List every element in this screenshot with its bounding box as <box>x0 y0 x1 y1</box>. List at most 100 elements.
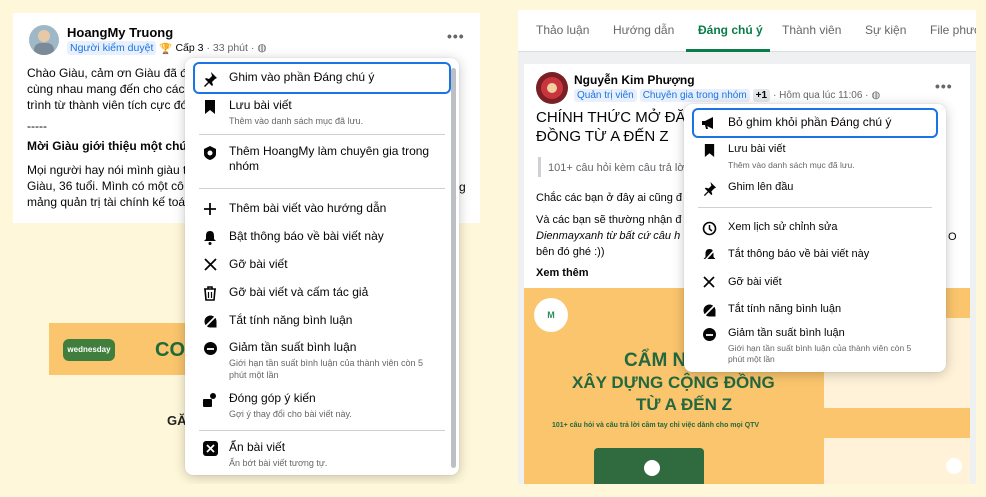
menu-item-label: Giảm tần suất bình luận <box>728 327 845 339</box>
menu-item-label: Bỏ ghim khỏi phần Đáng chú ý <box>728 115 892 129</box>
megaphone-icon <box>698 115 720 130</box>
menu-item-label: Lưu bài viết <box>229 98 292 112</box>
admin-badge: Quản trị viên <box>574 89 637 102</box>
menu-scrollbar[interactable] <box>451 68 456 468</box>
menu-item-unpin-featured[interactable]: Bỏ ghim khỏi phần Đáng chú ý <box>692 108 938 138</box>
menu-item-slow-mode[interactable]: Giảm tần suất bình luận Giới hạn tần suất… <box>692 326 938 365</box>
more-options-icon[interactable]: ••• <box>447 28 465 44</box>
menu-item-add-expert[interactable]: Thêm HoangMy làm chuyên gia trong nhóm <box>193 144 451 174</box>
menu-item-label: Gỡ bài viết và cấm tác giả <box>229 285 369 299</box>
right-group-panel: Thảo luận Hướng dẫn Đáng chú ý Thành viê… <box>518 10 976 484</box>
tab-files[interactable]: File phươ <box>930 23 976 37</box>
menu-item-notifications[interactable]: Bật thông báo về bài viết này <box>193 229 451 245</box>
menu-item-slow-mode[interactable]: Giảm tần suất bình luận Giới hạn tần suất… <box>193 340 451 381</box>
intro-line: Mọi người hay nói mình giàu t <box>27 163 187 177</box>
menu-item-save[interactable]: Lưu bài viết Thêm vào danh sách mục đã lư… <box>193 98 451 127</box>
tab-discussion[interactable]: Thảo luận <box>536 23 589 37</box>
menu-item-edit-history[interactable]: Xem lịch sử chỉnh sửa <box>692 220 938 236</box>
menu-item-label: Ghim lên đầu <box>728 181 794 193</box>
left-post-panel: HoangMy Truong Người kiểm duyệt 🏆 Cấp 3 … <box>13 13 480 484</box>
menu-item-label: Tắt tính năng bình luận <box>229 313 353 327</box>
feedback-icon <box>199 391 221 408</box>
post-body-line: Chào Giàu, cảm ơn Giàu đã đ <box>27 66 187 80</box>
menu-item-subtitle: Giới hạn tần suất bình luận của thành vi… <box>728 343 912 364</box>
side-logo-icon <box>946 458 962 474</box>
menu-divider <box>199 430 445 431</box>
expert-badge: Chuyên gia trong nhóm <box>639 89 750 102</box>
moderator-badge: Người kiểm duyệt <box>67 41 157 55</box>
image-title-3: TỪ A ĐẾN Z <box>636 395 732 414</box>
menu-item-label: Thêm HoangMy làm chuyên gia trong nhóm <box>229 144 430 173</box>
post-meta: Quản trị viên Chuyên gia trong nhóm +1 ·… <box>574 89 880 102</box>
menu-item-add-guide[interactable]: Thêm bài viết vào hướng dẫn <box>193 201 451 216</box>
expert-badge-icon <box>199 144 221 161</box>
tab-guides[interactable]: Hướng dẫn <box>613 23 674 37</box>
post-options-menu: Bỏ ghim khỏi phần Đáng chú ý Lưu bài viế… <box>684 104 946 372</box>
author-name[interactable]: Nguyễn Kim Phượng <box>574 73 695 87</box>
post-paragraph: Dienmayxanh từ bất cứ câu h <box>536 230 681 242</box>
menu-item-mute-notifications[interactable]: Tắt thông báo về bài viết này <box>692 247 938 263</box>
bell-off-icon <box>698 247 720 263</box>
menu-item-label: Gỡ bài viết <box>728 276 782 288</box>
menu-item-remove-post[interactable]: Gỡ bài viết <box>193 257 451 272</box>
history-icon <box>698 220 720 236</box>
post-meta: Người kiểm duyệt 🏆 Cấp 3 · 33 phút · ◍ <box>67 41 267 55</box>
image-subtitle-fragment: GĂ <box>167 413 187 428</box>
menu-item-subtitle: Thêm vào danh sách mục đã lưu. <box>728 160 855 170</box>
intro-line: mảng quản trị tài chính kế toá <box>27 195 186 209</box>
tab-featured[interactable]: Đáng chú ý <box>698 23 763 37</box>
menu-item-remove-ban[interactable]: Gỡ bài viết và cấm tác giả <box>193 285 451 301</box>
hide-icon <box>199 440 221 456</box>
menu-divider <box>698 207 932 208</box>
trash-icon <box>199 285 221 301</box>
wednesday-badge: wednesday <box>63 339 115 361</box>
bookmark-icon <box>698 142 720 158</box>
menu-item-subtitle: Gợi ý thay đổi cho bài viết này. <box>229 409 352 419</box>
menu-item-hide-post[interactable]: Ẩn bài viết Ẩn bớt bài viết tương tự. <box>193 440 451 469</box>
slow-comment-icon <box>199 340 221 356</box>
menu-item-label: Giảm tần suất bình luận <box>229 340 357 354</box>
menu-item-label: Gỡ bài viết <box>229 257 288 271</box>
post-title-line: CHÍNH THỨC MỞ ĐĂN <box>536 109 697 126</box>
comment-off-icon <box>698 302 720 318</box>
community-logo: M <box>534 298 568 332</box>
menu-item-label: Tắt thông báo về bài viết này <box>728 248 870 260</box>
post-paragraph: bên đó ghé :)) <box>536 246 605 258</box>
menu-item-label: Lưu bài viết <box>728 143 786 155</box>
menu-item-label: Ẩn bài viết <box>229 440 286 454</box>
post-body-line: cùng nhau mang đến cho các <box>27 82 185 96</box>
menu-item-subtitle: Giới hạn tần suất bình luận của thành vi… <box>229 358 424 380</box>
menu-item-label: Ghim vào phần Đáng chú ý <box>229 70 375 84</box>
post-paragraph: Chắc các bạn ở đây ai cũng đ <box>536 192 683 204</box>
author-avatar[interactable] <box>536 72 568 104</box>
menu-divider <box>199 188 445 189</box>
image-title-2: XÂY DỰNG CỘNG ĐỒNG <box>572 373 775 392</box>
author-name[interactable]: HoangMy Truong <box>67 25 173 40</box>
menu-item-label: Thêm bài viết vào hướng dẫn <box>229 201 387 215</box>
menu-item-pin-featured[interactable]: Ghim vào phần Đáng chú ý <box>193 62 451 94</box>
more-badges[interactable]: +1 <box>752 89 771 102</box>
pin-icon <box>698 180 720 196</box>
tab-members[interactable]: Thành viên <box>782 23 841 37</box>
author-avatar[interactable] <box>29 25 59 55</box>
see-more-link[interactable]: Xem thêm <box>536 265 589 281</box>
level-label: Cấp 3 <box>175 42 204 54</box>
menu-item-remove-post[interactable]: Gỡ bài viết <box>692 275 938 290</box>
image-subtitle: 101+ câu hỏi và câu trả lời cầm tay chỉ … <box>552 422 760 429</box>
post-time[interactable]: · 33 phút · <box>206 42 254 54</box>
post-body-line: trình từ thành viên tích cực đó <box>27 98 188 112</box>
more-options-icon[interactable]: ••• <box>935 78 953 94</box>
menu-item-disable-comments[interactable]: Tắt tính năng bình luận <box>193 313 451 329</box>
tab-events[interactable]: Sự kiện <box>865 23 906 37</box>
menu-item-disable-comments[interactable]: Tắt tính năng bình luận <box>692 302 938 318</box>
trophy-icon: 🏆 <box>159 42 173 55</box>
menu-item-save[interactable]: Lưu bài viết Thêm vào danh sách mục đã lư… <box>692 142 938 171</box>
menu-item-pin-top[interactable]: Ghim lên đầu <box>692 180 938 196</box>
comment-off-icon <box>199 313 221 329</box>
post-time[interactable]: · Hôm qua lúc 11:06 · <box>773 90 868 101</box>
quote-bar <box>538 157 541 177</box>
menu-item-feedback[interactable]: Đóng góp ý kiến Gợi ý thay đổi cho bài vi… <box>193 391 451 420</box>
x-icon <box>698 275 720 288</box>
quote-text: 101+ câu hỏi kèm câu trả lờ <box>548 162 685 174</box>
plus-icon <box>199 201 221 216</box>
